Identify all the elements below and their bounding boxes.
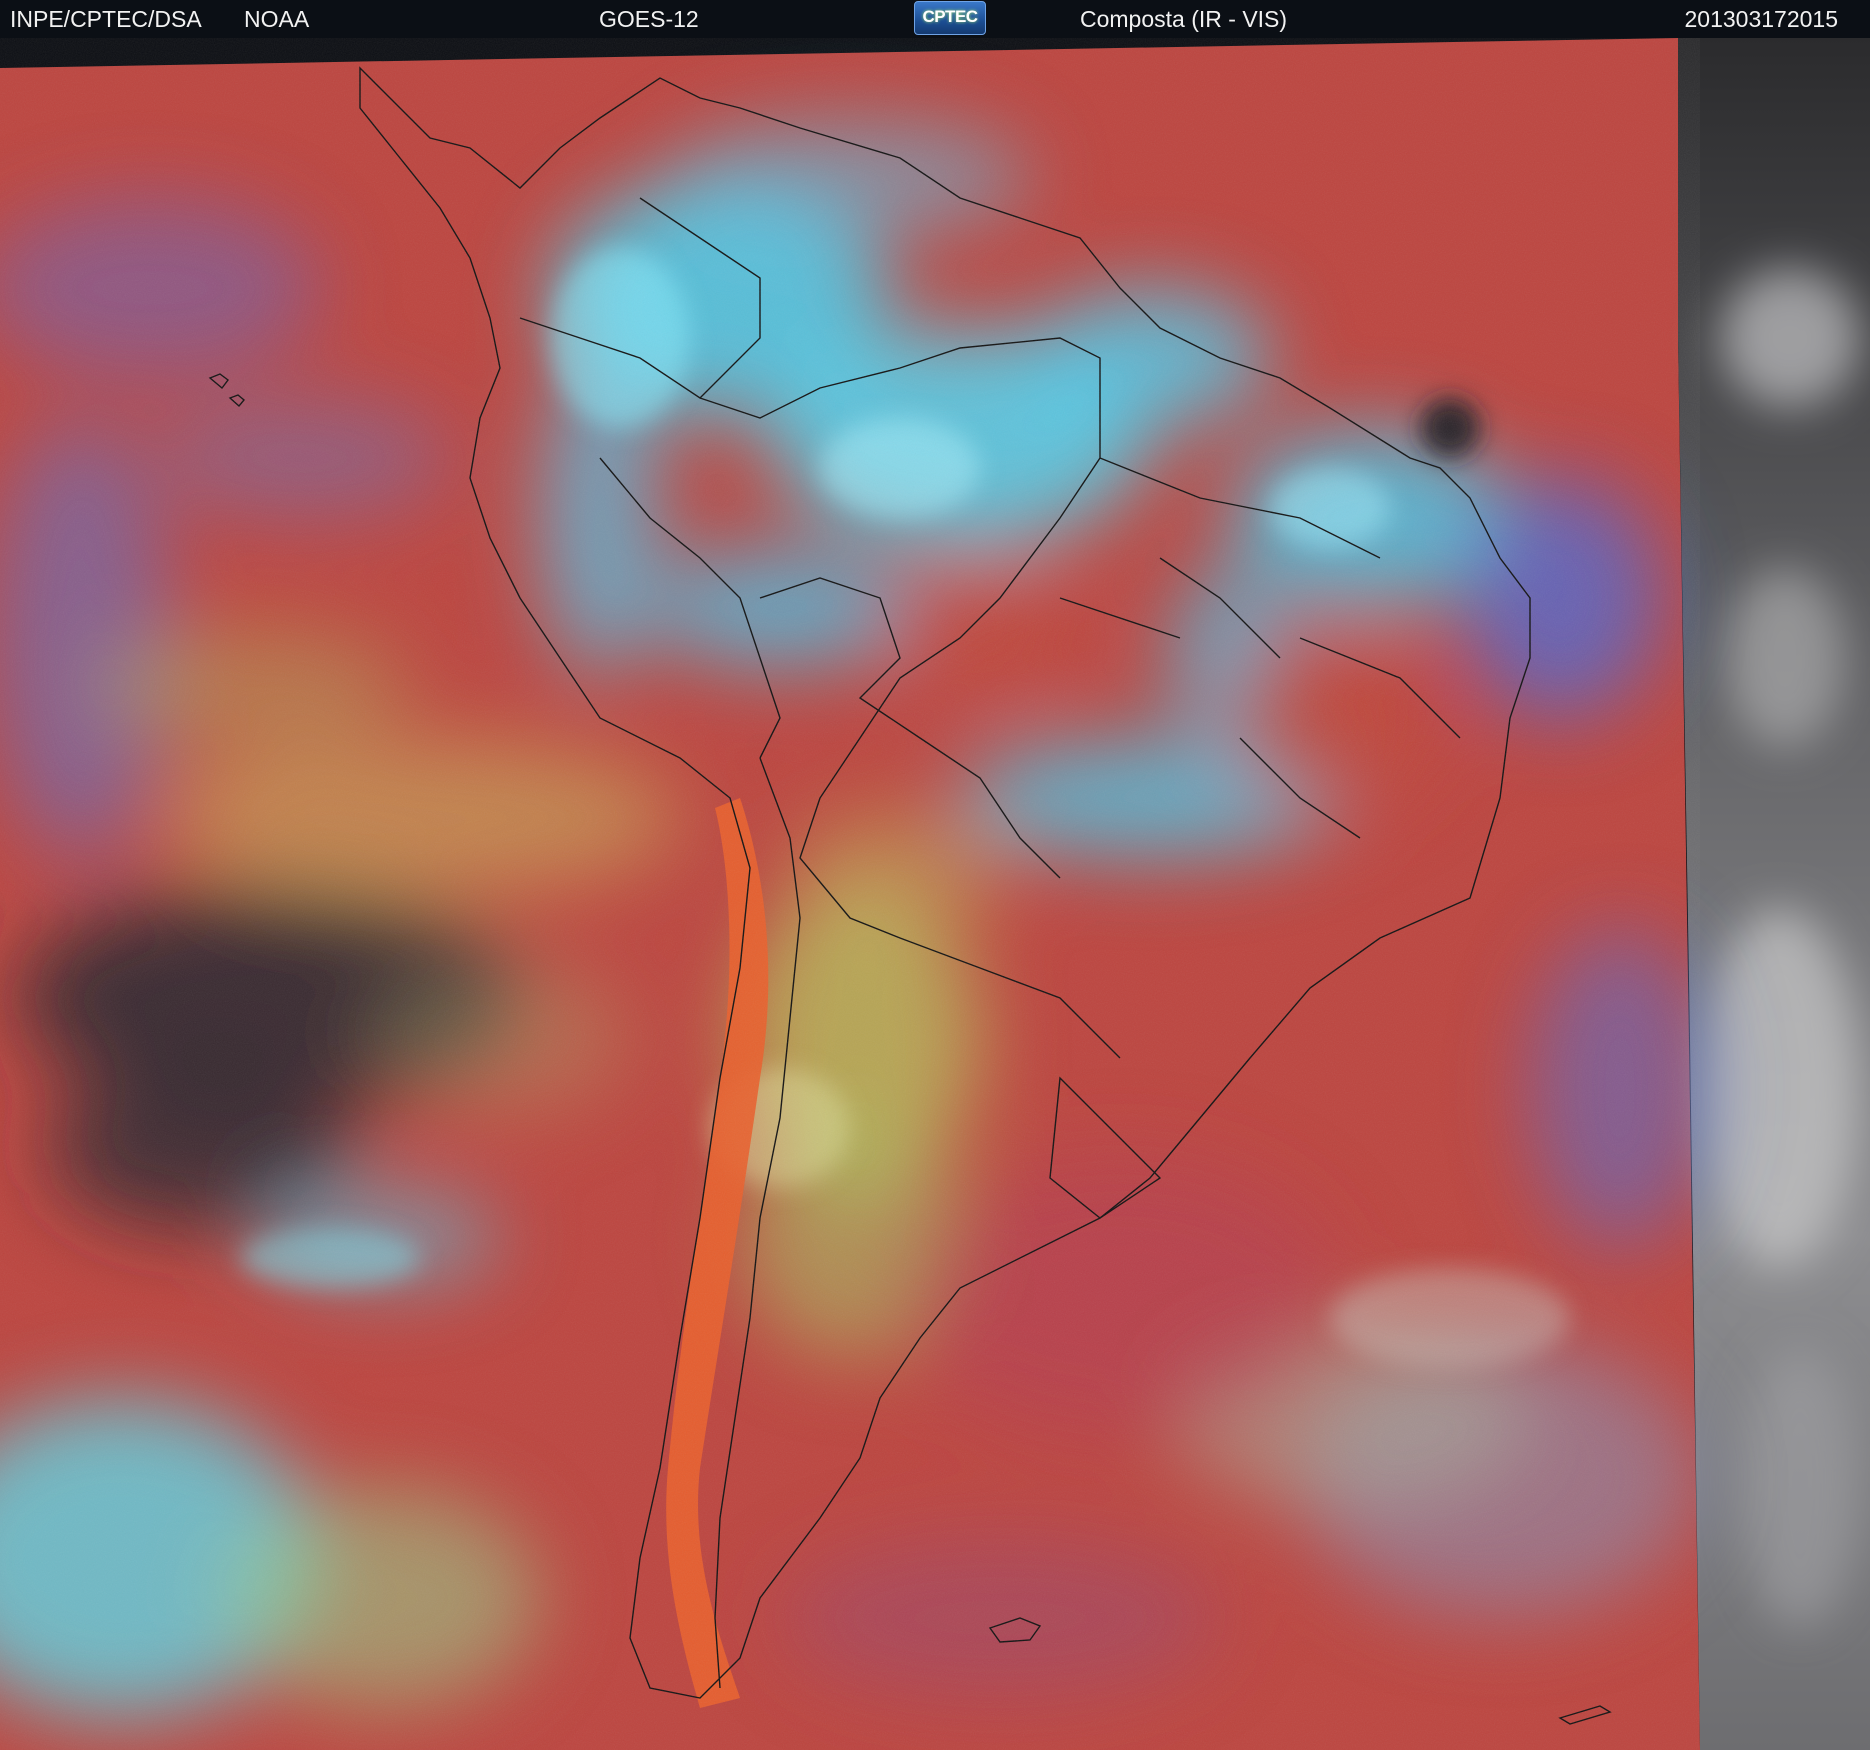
cptec-logo-text: CPTEC	[922, 7, 978, 26]
product-label: Composta (IR - VIS)	[1080, 6, 1288, 32]
partner-label: NOAA	[244, 6, 310, 32]
satellite-imagery	[0, 38, 1870, 1750]
satellite-map	[0, 38, 1870, 1750]
satellite-label: GOES-12	[599, 6, 699, 32]
cptec-logo: CPTEC	[914, 1, 986, 35]
image-grain	[0, 38, 1700, 1750]
agency-label: INPE/CPTEC/DSA	[10, 6, 202, 32]
timestamp-label: 201303172015	[1684, 6, 1839, 32]
header-bar: INPE/CPTEC/DSA NOAA GOES-12 CPTEC Compos…	[0, 0, 1870, 38]
